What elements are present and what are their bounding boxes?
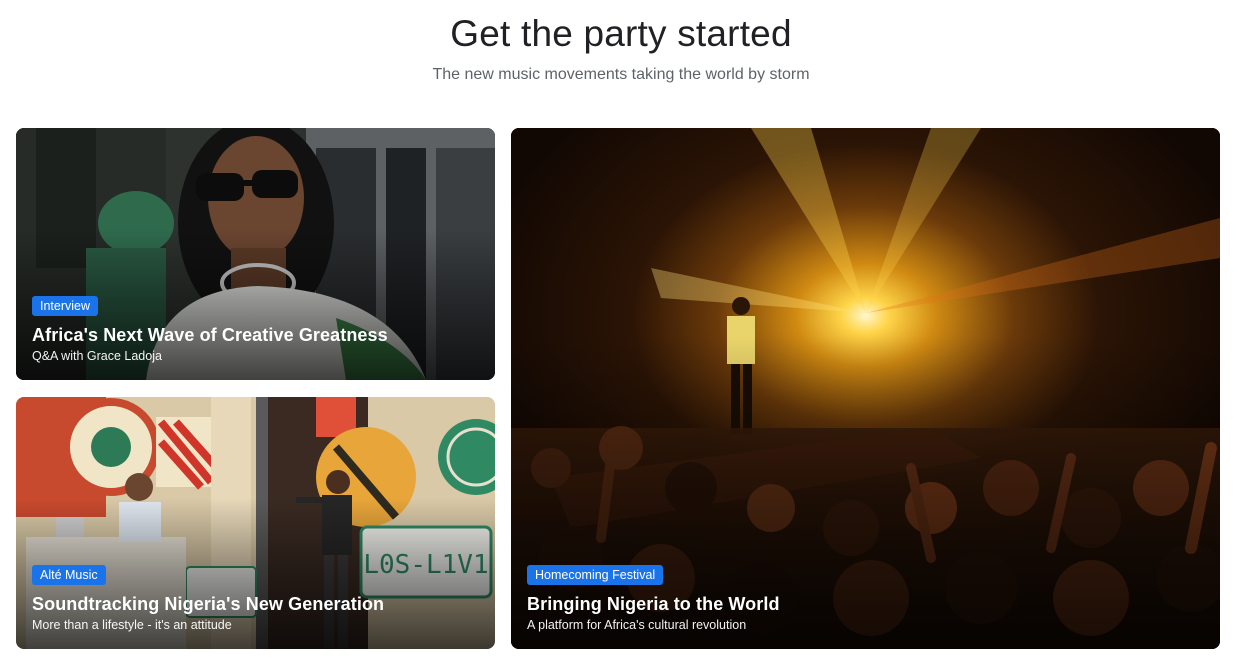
- card-info: Homecoming Festival Bringing Nigeria to …: [527, 565, 1204, 633]
- story-card-alte-music[interactable]: L0S-L1V1 Alté Music Soundtracking Nigeri…: [16, 397, 495, 649]
- category-badge: Interview: [32, 296, 99, 316]
- page-title: Get the party started: [450, 13, 792, 54]
- card-subtitle: Q&A with Grace Ladoja: [32, 349, 162, 363]
- card-title[interactable]: Bringing Nigeria to the World: [527, 593, 1204, 615]
- category-badge: Homecoming Festival: [527, 565, 664, 585]
- story-card-homecoming-festival[interactable]: Homecoming Festival Bringing Nigeria to …: [511, 128, 1220, 649]
- card-info: Interview Africa's Next Wave of Creative…: [32, 296, 479, 364]
- card-subtitle: More than a lifestyle - it's an attitude: [32, 618, 232, 632]
- page-subtitle: The new music movements taking the world…: [432, 66, 810, 83]
- card-subtitle: A platform for Africa's cultural revolut…: [527, 618, 747, 632]
- card-title[interactable]: Africa's Next Wave of Creative Greatness: [32, 324, 479, 346]
- card-title[interactable]: Soundtracking Nigeria's New Generation: [32, 593, 479, 615]
- card-info: Alté Music Soundtracking Nigeria's New G…: [32, 565, 479, 633]
- category-badge: Alté Music: [32, 565, 106, 585]
- story-card-interview[interactable]: Interview Africa's Next Wave of Creative…: [16, 128, 495, 380]
